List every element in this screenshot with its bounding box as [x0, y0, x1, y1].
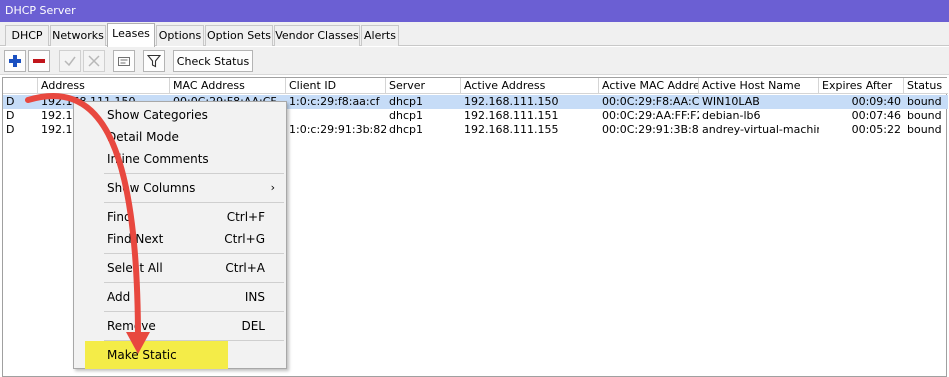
menu-item-label: Show Columns: [107, 181, 196, 195]
menu-item-shortcut: Ctrl+F: [226, 210, 265, 224]
menu-item-shortcut: INS: [244, 290, 265, 304]
disable-button[interactable]: [83, 50, 105, 72]
menu-item-shortcut: Ctrl+G: [224, 232, 265, 246]
row-active-mac: 00:0C:29:AA:FF:F2: [602, 109, 699, 122]
row-active-mac: 00:0C:29:F8:AA:CF: [602, 95, 699, 108]
tab-vendor-classes[interactable]: Vendor Classes: [274, 25, 360, 46]
menu-item-label: Find: [107, 210, 132, 224]
menu-item-show-categories[interactable]: Show Categories: [75, 104, 285, 126]
menu-separator: [104, 173, 284, 174]
row-active-address: 192.168.111.151: [464, 109, 559, 122]
menu-item-find-next[interactable]: Find Next Ctrl+G: [75, 228, 285, 250]
menu-item-select-all[interactable]: Select All Ctrl+A: [75, 257, 285, 279]
tab-option-sets[interactable]: Option Sets: [205, 25, 273, 46]
menu-item-label: Remove: [107, 319, 156, 333]
disable-x-icon: [88, 55, 100, 67]
table-header: Address MAC Address Client ID Server Act…: [3, 78, 948, 94]
row-status: bound: [907, 95, 942, 108]
row-expires-after: 00:05:22: [851, 123, 901, 136]
window-title: DHCP Server: [0, 0, 949, 22]
menu-item-remove[interactable]: Remove DEL: [75, 315, 285, 337]
add-button[interactable]: [4, 50, 26, 72]
menu-separator: [104, 202, 284, 203]
row-server: dhcp1: [389, 109, 423, 122]
comment-icon: [118, 57, 130, 66]
filter-icon: [147, 54, 161, 68]
row-expires-after: 00:09:40: [851, 95, 901, 108]
context-menu: Show Categories Detail Mode Inline Comme…: [73, 101, 287, 369]
menu-item-label: Select All: [107, 261, 163, 275]
tab-networks[interactable]: Networks: [50, 25, 106, 46]
row-active-mac: 00:0C:29:91:3B:82: [602, 123, 699, 136]
column-header-mac-address[interactable]: MAC Address: [170, 78, 286, 94]
enable-check-icon: [64, 56, 76, 67]
tab-leases[interactable]: Leases: [107, 23, 155, 47]
menu-separator: [104, 340, 284, 341]
filter-button[interactable]: [143, 50, 165, 72]
enable-button[interactable]: [59, 50, 81, 72]
tab-dhcp[interactable]: DHCP: [5, 25, 49, 46]
menu-separator: [104, 282, 284, 283]
column-header-client-id[interactable]: Client ID: [286, 78, 386, 94]
menu-separator: [104, 253, 284, 254]
menu-item-detail-mode[interactable]: Detail Mode: [75, 126, 285, 148]
menu-item-label: Add: [107, 290, 131, 304]
row-flag: D: [6, 109, 15, 122]
column-header-expires-after[interactable]: Expires After: [819, 78, 904, 94]
row-client-id: 1:0:c:29:f8:aa:cf: [289, 95, 380, 108]
remove-icon: [33, 59, 45, 63]
row-status: bound: [907, 123, 942, 136]
menu-item-inline-comments[interactable]: Inline Comments: [75, 148, 285, 170]
menu-item-make-static[interactable]: Make Static: [75, 344, 285, 366]
row-client-id: [286, 109, 386, 123]
row-client-id: 1:0:c:29:91:3b:82: [289, 123, 386, 136]
menu-item-find[interactable]: Find Ctrl+F: [75, 206, 285, 228]
menu-item-show-columns[interactable]: Show Columns ›: [75, 177, 285, 199]
menu-item-add[interactable]: Add INS: [75, 286, 285, 308]
menu-item-label: Make Static: [107, 348, 177, 362]
submenu-arrow-icon: ›: [270, 181, 275, 194]
row-expires-after: 00:07:46: [851, 109, 901, 122]
row-active-address: 192.168.111.150: [464, 95, 559, 108]
menu-item-label: Find Next: [107, 232, 164, 246]
row-flag: D: [6, 95, 15, 108]
menu-item-label: Inline Comments: [107, 152, 209, 166]
column-header-server[interactable]: Server: [386, 78, 461, 94]
menu-item-shortcut: DEL: [241, 319, 265, 333]
tab-bar: DHCP Networks Leases Options Option Sets…: [0, 22, 949, 47]
column-header-address[interactable]: Address: [38, 78, 170, 94]
check-status-button[interactable]: Check Status: [173, 50, 253, 72]
column-header-active-address[interactable]: Active Address: [461, 78, 599, 94]
column-header-active-host-name[interactable]: Active Host Name: [699, 78, 819, 94]
row-server: dhcp1: [389, 95, 423, 108]
row-active-address: 192.168.111.155: [464, 123, 559, 136]
tab-alerts[interactable]: Alerts: [361, 25, 399, 46]
column-header-flag[interactable]: [3, 78, 38, 94]
column-header-status[interactable]: Status: [904, 78, 948, 94]
row-host-name: andrey-virtual-machine: [702, 123, 819, 136]
menu-item-shortcut: Ctrl+A: [225, 261, 265, 275]
row-host-name: debian-lb6: [702, 109, 761, 122]
remove-button[interactable]: [28, 50, 50, 72]
menu-item-label: Show Categories: [107, 108, 208, 122]
menu-item-label: Detail Mode: [107, 130, 179, 144]
menu-separator: [104, 311, 284, 312]
row-server: dhcp1: [389, 123, 423, 136]
row-host-name: WIN10LAB: [702, 95, 760, 108]
tab-options[interactable]: Options: [156, 25, 204, 46]
row-flag: D: [6, 123, 15, 136]
column-header-active-mac[interactable]: Active MAC Addre...: [599, 78, 699, 94]
add-icon: [9, 55, 21, 67]
comment-button[interactable]: [113, 50, 135, 72]
row-status: bound: [907, 109, 942, 122]
toolbar: Check Status: [0, 47, 949, 75]
